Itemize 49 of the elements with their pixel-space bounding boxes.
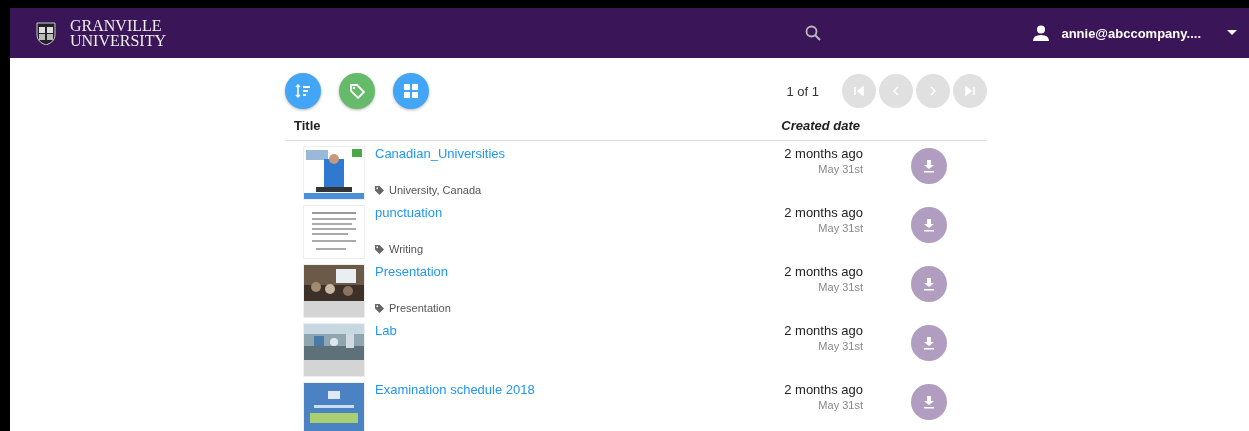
- file-title-link[interactable]: punctuation: [375, 205, 443, 220]
- user-email[interactable]: annie@abccompany....: [1061, 25, 1201, 41]
- download-button[interactable]: [911, 266, 947, 302]
- page-info: 1 of 1: [786, 83, 819, 99]
- sort-button[interactable]: [285, 73, 321, 109]
- tag-icon: [375, 303, 384, 313]
- created-date: 2 months ago: [784, 382, 863, 397]
- tag-icon: [375, 244, 384, 254]
- download-icon: [922, 336, 936, 350]
- file-title-link[interactable]: Examination schedule 2018: [375, 382, 535, 397]
- created-date: 2 months ago: [784, 205, 863, 220]
- download-button[interactable]: [911, 325, 947, 361]
- created-date: 2 months ago: [784, 323, 863, 338]
- download-icon: [922, 277, 936, 291]
- created-date-exact: May 31st: [818, 281, 863, 293]
- created-date-exact: May 31st: [818, 340, 863, 352]
- created-date: 2 months ago: [784, 146, 863, 161]
- caret-icon[interactable]: [1227, 30, 1237, 36]
- download-button[interactable]: [911, 207, 947, 243]
- file-tags: University, Canada: [389, 184, 482, 196]
- created-date-exact: May 31st: [818, 222, 863, 234]
- download-icon: [922, 218, 936, 232]
- created-date: 2 months ago: [784, 264, 863, 279]
- sort-icon: [295, 83, 311, 99]
- brand-name: GRANVILLE: [70, 18, 163, 33]
- tag-icon: [375, 185, 384, 195]
- file-title-link[interactable]: Canadian_Universities: [375, 146, 506, 161]
- tag-button[interactable]: [339, 73, 375, 109]
- created-date-exact: May 31st: [818, 399, 863, 411]
- user-icon: [1033, 25, 1050, 41]
- crest-icon: [36, 21, 56, 45]
- file-tags: Presentation: [389, 302, 451, 314]
- download-button[interactable]: [911, 384, 947, 420]
- search-icon[interactable]: [804, 25, 821, 41]
- file-tags: Writing: [389, 243, 424, 255]
- download-icon: [922, 159, 936, 173]
- column-header[interactable]: Created date: [781, 118, 860, 133]
- left-arrow-icon: [853, 85, 865, 97]
- tag-icon: [349, 83, 365, 99]
- download-button[interactable]: [911, 148, 947, 184]
- created-date-exact: May 31st: [818, 163, 863, 175]
- file-title-link[interactable]: Presentation: [375, 264, 448, 279]
- grid-view-button[interactable]: [393, 73, 429, 109]
- column-header[interactable]: Title: [294, 118, 321, 133]
- brand-name: UNIVERSITY: [70, 33, 166, 48]
- file-title-link[interactable]: Lab: [375, 323, 397, 338]
- right-arrow-icon: [964, 85, 976, 97]
- download-icon: [922, 395, 936, 409]
- grid-icon: [403, 83, 419, 99]
